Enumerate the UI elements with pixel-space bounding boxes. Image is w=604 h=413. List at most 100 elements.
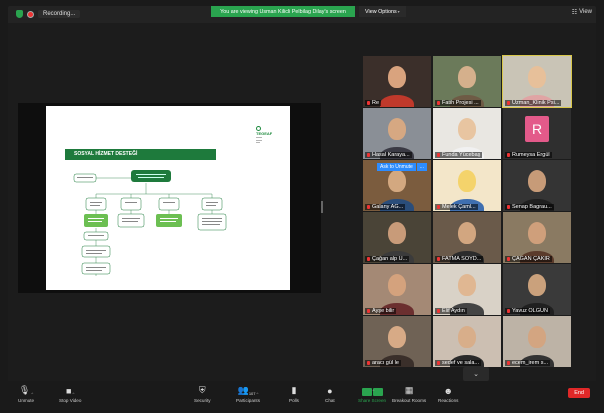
participant-name: Elif Aydın [442,308,465,314]
participant-tile[interactable]: sedef ve sala... [433,316,501,367]
unmute-button[interactable]: 🎙 ^ Unmute [18,384,34,403]
shared-screen: TEGEAF ▬▬▬ ▬▬▬ ▬▬ SOSYAL HİZMET DESTEĞİ [18,103,321,293]
participant-face [458,170,476,192]
participant-name-label: Melek Çaml... [435,204,478,210]
microphone-muted-icon [507,101,510,105]
participant-name-label: Re [365,100,382,106]
participant-tile[interactable]: Fatih Projesi ... [433,56,501,107]
participant-face [388,274,406,296]
participant-face [458,326,476,348]
participant-tile[interactable]: Uzman_Klinik Psi... [502,55,572,108]
microphone-muted-icon [367,361,370,365]
participant-face [458,118,476,140]
participant-tile[interactable]: Çağan alp U... [363,212,431,263]
participant-name-label: FATMA SOYD... [435,256,484,262]
microphone-muted-icon [367,101,370,105]
microphone-muted-icon [507,361,510,365]
participant-name: Senap Bagrau... [512,204,552,210]
participant-name-label: Elif Aydın [435,308,467,314]
participants-button[interactable]: 👥 107 ^ Participants [236,384,260,403]
participant-name: Rumeysa Ergül [512,152,550,158]
recording-label: Recording... [38,10,81,18]
participant-name-label: Rumeysa Ergül [505,152,552,158]
grid-icon: ☷ [571,10,578,16]
microphone-muted-icon [507,257,510,261]
shield-icon[interactable] [16,10,23,18]
participant-tile[interactable]: Yavuz OLGUN [503,264,571,315]
view-button[interactable]: ☷ View [572,9,592,16]
gallery-next-page-button[interactable]: ⌄ [463,367,489,381]
share-screen-icon: ^ [361,384,383,396]
participant-name-label: Hasal Karaya... [365,152,412,158]
participant-tile[interactable]: Melek Çaml... [433,160,501,211]
participant-tile[interactable]: Senap Bagrau... [503,160,571,211]
participant-name: Melek Çaml... [442,204,476,210]
participant-name-label: Uzman_Klinik Psi... [505,100,562,106]
screen-share-banner: You are viewing Usman Kilicli Pelbilag D… [211,6,355,17]
video-camera-icon: ■ ^ [66,386,75,396]
participant-tile[interactable]: ecem_irem s... [503,316,571,367]
participant-name: Funda Yücebaş [442,152,481,158]
participant-tile[interactable]: FATMA SOYD... [433,212,501,263]
polls-label: Polls [289,398,299,403]
participants-label: Participants [236,398,261,403]
microphone-muted-icon [437,205,440,209]
resize-handle[interactable] [321,201,323,213]
reactions-label: Reactions [438,398,459,403]
avatar: R [525,116,549,142]
chat-button[interactable]: ● Chat [325,384,335,403]
microphone-muted-icon [507,309,510,313]
participant-face [528,170,546,192]
participant-name: sedef ve sala... [442,360,479,366]
security-label: Security [194,398,211,403]
participant-name: ÇAĞAN ÇAKIR [512,256,550,262]
microphone-muted-icon [437,361,440,365]
microphone-muted-icon [437,153,440,157]
participant-name-label: Çağan alp U... [365,256,410,262]
participant-body [380,95,414,107]
participant-tile[interactable]: Re [363,56,431,107]
ask-to-unmute-button[interactable]: Ask to Unmute [377,163,416,171]
stop-video-label: Stop Video [59,398,82,403]
view-label: View [579,9,592,15]
chevron-down-icon: ⌄ [473,371,479,378]
share-screen-button[interactable]: ^ Share Screen [358,384,386,403]
participant-name-label: Funda Yücebaş [435,152,483,158]
participant-tile[interactable]: aracı gül le [363,316,431,367]
participant-tile[interactable]: R Rumeysa Ergül [503,108,571,159]
participant-face [388,222,406,244]
chat-icon: ● [327,386,333,396]
participant-face [388,326,406,348]
participant-face [388,118,406,140]
view-options-button[interactable]: View Options ▾ [359,6,406,17]
participant-tile[interactable]: ÇAĞAN ÇAKIR [503,212,571,263]
stop-video-button[interactable]: ■ ^ Stop Video [59,384,81,403]
participant-name-label: Senap Bagrau... [505,204,554,210]
recording-indicator[interactable]: Recording... [16,10,81,18]
participant-face [388,66,406,88]
shield-icon: ⛨ [198,385,206,395]
participant-name-label: Galany AĞ... [365,204,406,210]
breakout-rooms-button[interactable]: ▦ Breakout Rooms [392,384,426,403]
participant-tile[interactable]: Ayşe bilir [363,264,431,315]
security-button[interactable]: ⛨ Security [194,384,211,403]
microphone-muted-icon [437,309,440,313]
participant-name: Fatih Projesi ... [442,100,479,106]
participant-tile[interactable]: Elif Aydın [433,264,501,315]
end-meeting-button[interactable]: End [568,388,590,398]
polls-icon: ▮ [291,385,297,395]
breakout-rooms-label: Breakout Rooms [392,398,427,403]
participant-name: ecem_irem s... [512,360,549,366]
bottom-toolbar: 🎙 ^ Unmute ■ ^ Stop Video ⛨ Security 👥 107 ^… [8,381,596,407]
polls-button[interactable]: ▮ Polls [289,384,299,403]
reactions-button[interactable]: ☻ Reactions [438,384,458,403]
breakout-rooms-icon: ▦ [404,385,414,395]
participant-name: Ayşe bilir [372,308,395,314]
more-options-button[interactable]: ... [416,163,427,171]
participant-name: Hasal Karaya... [372,152,410,158]
participant-tile[interactable]: Funda Yücebaş [433,108,501,159]
participant-name: aracı gül le [372,360,399,366]
share-screen-label: Share Screen [358,398,387,403]
participant-name-label: Ayşe bilir [365,308,397,314]
participant-tile[interactable]: Hasal Karaya... [363,108,431,159]
